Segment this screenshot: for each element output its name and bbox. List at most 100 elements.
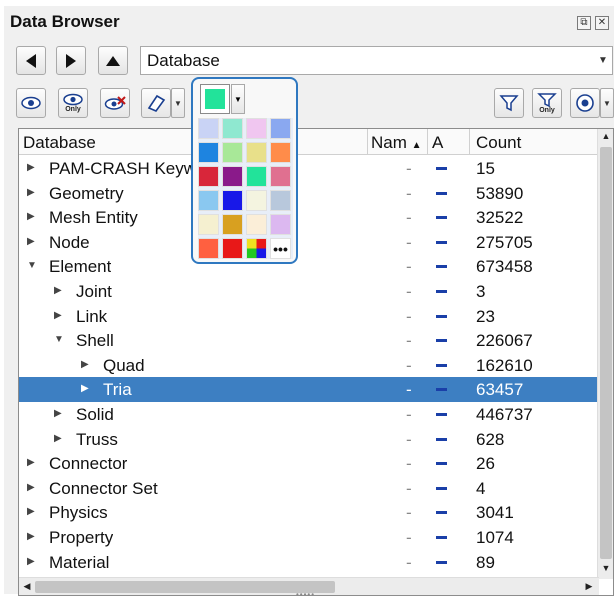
visibility-bar-icon[interactable] bbox=[436, 536, 447, 539]
color-swatch[interactable] bbox=[222, 118, 243, 139]
expand-arrow-icon[interactable]: ▶ bbox=[27, 531, 35, 542]
visibility-bar-icon[interactable] bbox=[436, 413, 447, 416]
visibility-bar-icon[interactable] bbox=[436, 216, 447, 220]
expand-arrow-icon[interactable]: ▶ bbox=[27, 482, 35, 493]
eraser-dropdown[interactable]: ▼ bbox=[171, 88, 185, 118]
database-tree[interactable]: Database Nam ▲ A Count ▶ PAM-CRASH Keywor… bbox=[18, 128, 614, 596]
scroll-right-icon[interactable]: ▶ bbox=[581, 581, 597, 592]
expand-arrow-icon[interactable]: ▶ bbox=[54, 433, 62, 444]
horizontal-scroll-thumb[interactable] bbox=[35, 581, 335, 593]
resize-grip[interactable]: ••••• bbox=[296, 590, 315, 599]
expand-arrow-icon[interactable]: ▶ bbox=[81, 383, 89, 394]
filter-button[interactable] bbox=[494, 88, 524, 118]
visibility-bar-icon[interactable] bbox=[436, 363, 447, 367]
visibility-bar-icon[interactable] bbox=[436, 290, 447, 293]
expand-arrow-icon[interactable]: ▶ bbox=[27, 162, 35, 173]
target-dropdown[interactable]: ▼ bbox=[600, 88, 614, 118]
vertical-scrollbar[interactable]: ▲ ▼ bbox=[597, 129, 613, 579]
color-swatch[interactable] bbox=[198, 238, 219, 259]
close-icon[interactable]: ✕ bbox=[595, 16, 609, 30]
tree-row[interactable]: ▶ Connector - 26 bbox=[19, 451, 597, 476]
filter-only-button[interactable]: Only bbox=[532, 88, 562, 118]
collapse-arrow-icon[interactable]: ▼ bbox=[54, 334, 64, 345]
color-swatch[interactable] bbox=[222, 190, 243, 211]
tree-row[interactable]: ▼ Shell - 226067 bbox=[19, 328, 597, 353]
tree-row[interactable]: ▶ Mesh Entity - 32522 bbox=[19, 205, 597, 230]
tree-row[interactable]: ▶ Joint - 3 bbox=[19, 279, 597, 304]
header-database[interactable]: Database bbox=[23, 133, 96, 153]
tree-row[interactable]: ▶ Link - 23 bbox=[19, 304, 597, 329]
visibility-bar-icon[interactable] bbox=[436, 167, 447, 170]
color-swatch[interactable] bbox=[198, 190, 219, 211]
more-colors-button[interactable]: ••• bbox=[270, 238, 291, 259]
tree-row[interactable]: ▶ Quad - 162610 bbox=[19, 353, 597, 378]
color-swatch[interactable] bbox=[222, 214, 243, 235]
visibility-bar-icon[interactable] bbox=[436, 314, 447, 318]
color-swatch[interactable] bbox=[198, 166, 219, 187]
color-swatch[interactable] bbox=[246, 166, 267, 187]
expand-arrow-icon[interactable]: ▶ bbox=[27, 187, 35, 198]
color-swatch[interactable] bbox=[270, 190, 291, 211]
header-a[interactable]: A bbox=[432, 133, 443, 153]
visibility-bar-icon[interactable] bbox=[436, 191, 447, 195]
color-swatch[interactable] bbox=[246, 190, 267, 211]
color-dropdown[interactable]: ▼ bbox=[231, 84, 245, 114]
float-window-icon[interactable]: ⧉ bbox=[577, 16, 591, 30]
color-swatch[interactable] bbox=[270, 142, 291, 163]
tree-row[interactable]: ▶ PAM-CRASH Keywords -15 bbox=[19, 156, 597, 181]
vertical-scroll-thumb[interactable] bbox=[600, 147, 612, 559]
tree-row[interactable]: ▶ Physics - 3041 bbox=[19, 500, 597, 525]
collapse-arrow-icon[interactable]: ▼ bbox=[27, 260, 37, 271]
back-button[interactable] bbox=[16, 46, 46, 75]
expand-arrow-icon[interactable]: ▶ bbox=[54, 408, 62, 419]
expand-arrow-icon[interactable]: ▶ bbox=[27, 211, 35, 222]
scroll-down-icon[interactable]: ▼ bbox=[598, 563, 614, 573]
visibility-bar-icon[interactable] bbox=[436, 437, 447, 441]
scroll-left-icon[interactable]: ◀ bbox=[19, 581, 35, 592]
color-swatch[interactable] bbox=[246, 214, 267, 235]
tree-row[interactable]: ▶ Geometry - 53890 bbox=[19, 181, 597, 206]
tree-row[interactable]: ▶ Property - 1074 bbox=[19, 525, 597, 550]
color-swatch[interactable] bbox=[222, 166, 243, 187]
show-only-button[interactable]: Only bbox=[58, 88, 88, 118]
up-button[interactable] bbox=[98, 46, 128, 75]
expand-arrow-icon[interactable]: ▶ bbox=[27, 556, 35, 567]
eraser-button[interactable] bbox=[141, 88, 171, 118]
color-swatch[interactable] bbox=[222, 142, 243, 163]
show-button[interactable] bbox=[16, 88, 46, 118]
tree-row[interactable]: ▶ Solid - 446737 bbox=[19, 402, 597, 427]
color-swatch[interactable] bbox=[198, 214, 219, 235]
color-swatch[interactable] bbox=[198, 142, 219, 163]
visibility-bar-icon[interactable] bbox=[436, 462, 447, 466]
color-swatch[interactable] bbox=[270, 166, 291, 187]
color-swatch[interactable] bbox=[222, 238, 243, 259]
color-button[interactable] bbox=[200, 84, 230, 114]
visibility-bar-icon[interactable] bbox=[436, 265, 447, 269]
target-button[interactable] bbox=[570, 88, 600, 118]
color-swatch[interactable] bbox=[198, 118, 219, 139]
visibility-bar-icon[interactable] bbox=[436, 486, 447, 490]
header-count[interactable]: Count bbox=[476, 133, 521, 153]
color-swatch[interactable] bbox=[246, 142, 267, 163]
expand-arrow-icon[interactable]: ▶ bbox=[27, 506, 35, 517]
header-nam[interactable]: Nam ▲ bbox=[371, 133, 422, 153]
expand-arrow-icon[interactable]: ▶ bbox=[54, 285, 62, 296]
hide-button[interactable] bbox=[100, 88, 130, 118]
visibility-bar-icon[interactable] bbox=[436, 511, 447, 515]
tree-row[interactable]: ▶ Material - 89 bbox=[19, 550, 597, 575]
visibility-bar-icon[interactable] bbox=[436, 339, 447, 343]
visibility-bar-icon[interactable] bbox=[436, 560, 447, 564]
expand-arrow-icon[interactable]: ▶ bbox=[27, 236, 35, 247]
tree-row[interactable]: ▶ Truss - 628 bbox=[19, 427, 597, 452]
expand-arrow-icon[interactable]: ▶ bbox=[81, 359, 89, 370]
tree-row[interactable]: ▼ Element - 673458 bbox=[19, 254, 597, 279]
color-swatch[interactable] bbox=[246, 118, 267, 139]
forward-button[interactable] bbox=[56, 46, 86, 75]
chevron-down-icon[interactable]: ▼ bbox=[594, 47, 612, 74]
tree-row[interactable]: ▶ Connector Set - 4 bbox=[19, 476, 597, 501]
tree-row[interactable]: ▶ Node - 275705 bbox=[19, 230, 597, 255]
color-swatch[interactable] bbox=[270, 214, 291, 235]
tree-row[interactable]: ▶ Tria - 63457 bbox=[19, 377, 597, 402]
expand-arrow-icon[interactable]: ▶ bbox=[27, 457, 35, 468]
visibility-bar-icon[interactable] bbox=[436, 240, 447, 244]
